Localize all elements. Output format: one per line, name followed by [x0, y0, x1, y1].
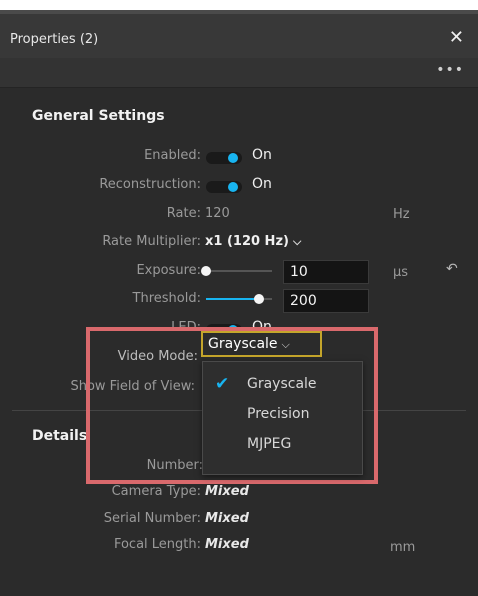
focal-length-value: Mixed [205, 537, 249, 552]
reconstruction-label: Reconstruction: [99, 177, 201, 192]
reconstruction-toggle[interactable] [206, 181, 242, 193]
camera-type-value: Mixed [205, 484, 249, 499]
chevron-down-icon: ⌵ [292, 235, 302, 248]
dropdown-option-mjpeg[interactable]: MJPEG [247, 436, 291, 452]
enabled-value: On [252, 147, 272, 163]
threshold-input[interactable]: 200 [283, 289, 369, 313]
reconstruction-value: On [252, 176, 272, 192]
enabled-label: Enabled: [144, 148, 201, 163]
threshold-slider[interactable] [206, 294, 272, 304]
exposure-slider-handle[interactable] [201, 266, 211, 276]
video-mode-value: Grayscale [208, 336, 278, 352]
toggle-knob [228, 182, 238, 192]
camera-type-label: Camera Type: [111, 484, 201, 499]
dropdown-option-precision[interactable]: Precision [247, 406, 309, 422]
check-icon: ✔ [215, 374, 230, 394]
rate-value: 120 [205, 206, 230, 221]
rate-multiplier-value: x1 (120 Hz) [205, 234, 289, 249]
reset-icon[interactable]: ↶ [446, 261, 458, 277]
rate-label: Rate: [166, 206, 201, 221]
serial-number-value: Mixed [205, 511, 249, 526]
focal-length-label: Focal Length: [113, 537, 201, 552]
threshold-slider-handle[interactable] [253, 294, 264, 304]
rate-multiplier-select[interactable]: x1 (120 Hz) ⌵ [205, 234, 301, 249]
focal-length-unit: mm [390, 540, 416, 555]
video-mode-dropdown: ✔ Grayscale Precision MJPEG [202, 361, 363, 475]
panel-title: Properties (2) [10, 32, 99, 47]
video-mode-select[interactable]: Grayscale ⌵ [201, 331, 322, 357]
rate-multiplier-label: Rate Multiplier: [102, 234, 201, 249]
panel-titlebar: Properties (2) ✕ [0, 14, 478, 58]
exposure-slider[interactable] [201, 266, 272, 276]
more-options-icon[interactable]: ••• [436, 62, 464, 78]
dropdown-option-grayscale[interactable]: Grayscale [247, 376, 317, 392]
chevron-down-icon: ⌵ [281, 338, 290, 351]
general-settings-heading[interactable]: General Settings [32, 108, 165, 124]
enabled-toggle[interactable] [206, 152, 242, 164]
rate-unit: Hz [393, 207, 410, 222]
serial-number-label: Serial Number: [103, 511, 201, 526]
exposure-input[interactable]: 10 [283, 260, 369, 284]
threshold-slider-fill [206, 298, 259, 300]
window-top-strip [0, 0, 478, 14]
close-icon[interactable]: ✕ [449, 28, 464, 48]
properties-panel: Properties (2) ✕ ••• General Settings En… [0, 14, 478, 596]
toggle-knob [228, 153, 238, 163]
exposure-unit: µs [393, 265, 409, 280]
exposure-label: Exposure: [136, 263, 201, 278]
details-heading[interactable]: Details [32, 428, 87, 444]
threshold-label: Threshold: [132, 291, 201, 306]
panel-toolbar: ••• [0, 58, 478, 88]
